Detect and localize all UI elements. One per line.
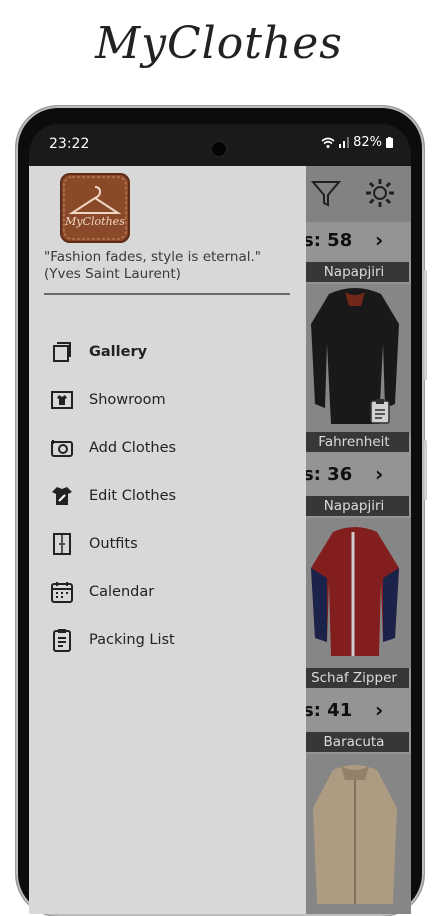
status-icons: 82% bbox=[321, 135, 393, 150]
front-camera bbox=[212, 142, 226, 156]
fashion-quote: "Fashion fades, style is eternal." (Yves… bbox=[44, 249, 262, 282]
menu-item-gallery[interactable]: Gallery bbox=[29, 328, 306, 375]
packing-list-icon bbox=[53, 628, 71, 652]
menu-label: Edit Clothes bbox=[89, 487, 177, 504]
menu-item-outfits[interactable]: Outfits bbox=[29, 520, 306, 567]
gallery-icon bbox=[53, 341, 71, 362]
app-brand-title: MyClothes bbox=[95, 18, 343, 69]
wifi-icon bbox=[321, 137, 335, 148]
menu-label: Packing List bbox=[89, 631, 175, 648]
menu-item-showroom[interactable]: Showroom bbox=[29, 376, 306, 423]
menu-label: Outfits bbox=[89, 535, 138, 552]
status-time: 23:22 bbox=[49, 136, 90, 152]
menu-label: Calendar bbox=[89, 583, 155, 600]
logo-text: MyClothes bbox=[65, 215, 125, 228]
hanger-icon bbox=[63, 176, 127, 240]
status-bar: 23:22 82% bbox=[29, 124, 411, 166]
menu-item-add-clothes[interactable]: Add Clothes bbox=[29, 424, 306, 471]
add-clothes-icon bbox=[51, 439, 73, 457]
battery-percent: 82% bbox=[353, 135, 382, 150]
power-button bbox=[424, 440, 427, 500]
app-logo: MyClothes bbox=[60, 173, 130, 243]
menu-label: Gallery bbox=[89, 343, 148, 360]
menu-label: Showroom bbox=[89, 391, 166, 408]
showroom-icon bbox=[51, 390, 73, 409]
battery-icon bbox=[386, 137, 393, 148]
phone-screen: 23:22 82% s: 58 › Napapjiri Fahrenheit s… bbox=[29, 124, 411, 914]
outfits-icon bbox=[53, 532, 71, 555]
menu-item-edit-clothes[interactable]: Edit Clothes bbox=[29, 472, 306, 519]
navigation-drawer: MyClothes "Fashion fades, style is etern… bbox=[29, 166, 306, 914]
menu-item-calendar[interactable]: Calendar bbox=[29, 568, 306, 615]
edit-clothes-icon bbox=[52, 486, 72, 505]
calendar-icon bbox=[51, 581, 73, 603]
drawer-divider bbox=[44, 293, 290, 295]
menu-label: Add Clothes bbox=[89, 439, 177, 456]
menu-item-packing-list[interactable]: Packing List bbox=[29, 616, 306, 663]
volume-button bbox=[424, 270, 427, 380]
signal-icon bbox=[339, 137, 350, 148]
